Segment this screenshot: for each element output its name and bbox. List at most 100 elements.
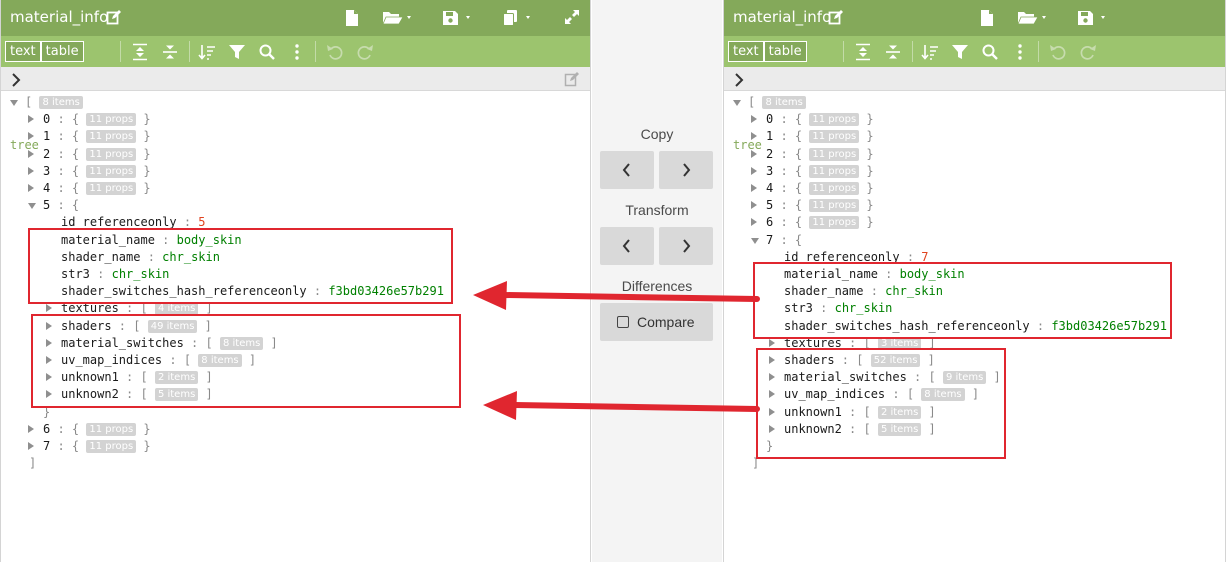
comparison-controls: Copy Transform Differences Compare xyxy=(592,0,722,562)
props-count-badge: 11 props xyxy=(86,422,137,436)
tree-row[interactable]: 6 : { 11 props } xyxy=(28,421,151,438)
toolbar-separator xyxy=(912,41,913,62)
expand-all-icon[interactable] xyxy=(854,43,872,61)
expand-toggle[interactable] xyxy=(28,442,34,450)
chevron-right-icon[interactable] xyxy=(733,72,745,87)
expand-toggle[interactable] xyxy=(46,304,52,313)
expand-toggle[interactable] xyxy=(751,132,757,141)
search-icon[interactable] xyxy=(981,43,999,61)
redo-icon[interactable] xyxy=(356,43,374,61)
expand-toggle[interactable] xyxy=(751,166,757,175)
tree-row[interactable]: 6 : { 11 props } xyxy=(751,214,874,231)
tree-row[interactable]: 1 : { 11 props } xyxy=(751,128,874,145)
collapse-toggle[interactable] xyxy=(10,100,18,106)
props-count-badge: 11 props xyxy=(86,147,137,161)
expand-toggle[interactable] xyxy=(28,132,34,141)
tree-row[interactable]: 3 : { 11 props } xyxy=(28,163,151,180)
expand-toggle[interactable] xyxy=(769,338,775,347)
expand-toggle[interactable] xyxy=(28,149,34,158)
redo-icon[interactable] xyxy=(1079,43,1097,61)
toolbar-separator xyxy=(1038,41,1039,62)
tree-row[interactable]: [ 8 items xyxy=(733,94,806,111)
mode-text-button[interactable]: text xyxy=(729,42,764,61)
compare-button[interactable]: Compare xyxy=(600,303,713,341)
expand-toggle[interactable] xyxy=(28,166,34,175)
expand-toggle[interactable] xyxy=(28,424,34,433)
edit-icon[interactable] xyxy=(106,9,122,25)
props-count-badge: 11 props xyxy=(86,440,137,453)
props-count-badge: 11 props xyxy=(809,130,860,144)
tree-row[interactable]: 3 : { 11 props } xyxy=(751,163,874,180)
bracket: { xyxy=(71,421,87,436)
search-icon[interactable] xyxy=(258,43,276,61)
colon: : xyxy=(50,163,72,178)
tree-row[interactable]: [ 8 items xyxy=(10,94,83,111)
tree-row[interactable]: 1 : { 11 props } xyxy=(28,128,151,145)
edit-icon[interactable] xyxy=(828,9,844,25)
expand-toggle[interactable] xyxy=(28,184,34,192)
colon: : xyxy=(50,198,72,213)
collapse-toggle[interactable] xyxy=(733,100,741,106)
toolbar-separator xyxy=(189,41,190,62)
sort-icon[interactable] xyxy=(921,43,939,61)
more-icon[interactable] xyxy=(294,43,312,61)
mode-text-button[interactable]: text xyxy=(6,42,41,61)
copy-icon[interactable] xyxy=(502,9,532,27)
expand-toggle[interactable] xyxy=(28,115,34,124)
new-document-icon[interactable] xyxy=(345,9,359,27)
bracket: } xyxy=(136,112,151,127)
transform-right-button[interactable] xyxy=(659,227,713,265)
fullscreen-icon[interactable] xyxy=(564,9,580,27)
bracket: } xyxy=(859,181,874,195)
tree-row[interactable]: 7 : { xyxy=(751,232,802,249)
tree-row[interactable]: 5 : { xyxy=(28,197,79,214)
tree-row[interactable]: 4 : { 11 props } xyxy=(751,180,874,197)
expand-toggle[interactable] xyxy=(751,184,757,192)
bracket: } xyxy=(859,215,874,230)
tree-row[interactable]: 5 : { 11 props } xyxy=(751,197,874,214)
copy-right-button[interactable] xyxy=(659,151,713,189)
compare-checkbox[interactable] xyxy=(617,316,629,328)
expand-toggle[interactable] xyxy=(751,115,757,124)
more-icon[interactable] xyxy=(1017,43,1035,61)
tree-row[interactable]: 7 : { 11 props } xyxy=(28,438,151,455)
colon: : xyxy=(50,146,72,161)
copy-left-button[interactable] xyxy=(600,151,654,189)
collapse-toggle[interactable] xyxy=(751,237,759,244)
collapse-all-icon[interactable] xyxy=(884,43,902,61)
undo-icon[interactable] xyxy=(326,43,344,61)
tree-row[interactable]: 2 : { 11 props } xyxy=(28,146,151,163)
open-folder-icon[interactable] xyxy=(1017,9,1047,27)
colon: : xyxy=(50,421,72,436)
bracket: { xyxy=(794,198,810,213)
chevron-right-icon[interactable] xyxy=(10,72,22,87)
save-icon[interactable] xyxy=(442,9,472,27)
tree-row[interactable]: 0 : { 11 props } xyxy=(28,111,151,128)
filter-icon[interactable] xyxy=(228,43,246,61)
tree-row[interactable]: 2 : { 11 props } xyxy=(751,146,874,163)
bracket: { xyxy=(794,163,810,178)
tree-row[interactable]: 0 : { 11 props } xyxy=(751,111,874,128)
expand-all-icon[interactable] xyxy=(131,43,149,61)
collapse-toggle[interactable] xyxy=(28,203,36,210)
transform-left-button[interactable] xyxy=(600,227,654,265)
tree-row[interactable]: 4 : { 11 props } xyxy=(28,180,151,197)
new-document-icon[interactable] xyxy=(980,9,994,27)
mode-table-button[interactable]: table xyxy=(40,42,83,61)
toolbar-separator xyxy=(315,41,316,62)
edit-icon[interactable] xyxy=(564,71,580,87)
tree-row[interactable]: ] xyxy=(29,455,36,472)
expand-toggle[interactable] xyxy=(751,218,757,227)
expand-toggle[interactable] xyxy=(751,201,757,210)
expand-toggle[interactable] xyxy=(751,149,757,158)
mode-table-button[interactable]: table xyxy=(763,42,806,61)
sort-icon[interactable] xyxy=(198,43,216,61)
props-count-badge: 11 props xyxy=(809,147,860,161)
filter-icon[interactable] xyxy=(951,43,969,61)
save-icon[interactable] xyxy=(1077,9,1107,27)
undo-icon[interactable] xyxy=(1049,43,1067,61)
collapse-all-icon[interactable] xyxy=(161,43,179,61)
colon: : xyxy=(773,112,795,127)
open-folder-icon[interactable] xyxy=(382,9,412,27)
transform-label: Transform xyxy=(625,202,689,218)
